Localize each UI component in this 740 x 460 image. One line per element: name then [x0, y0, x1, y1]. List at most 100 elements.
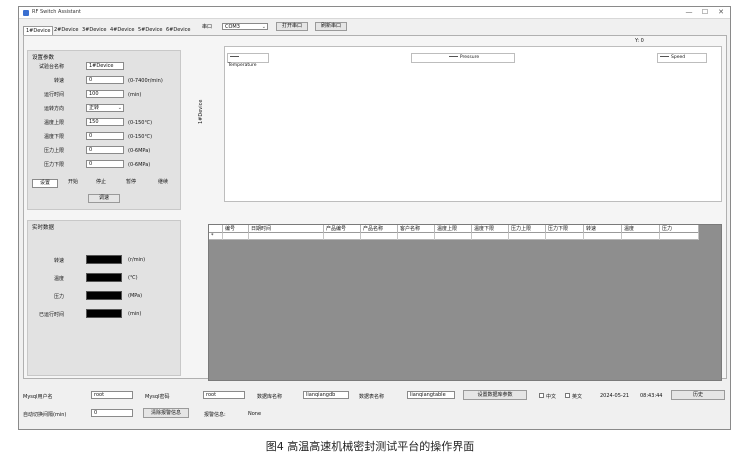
- pressure-lower-label: 压力下限: [43, 162, 64, 168]
- pressure-upper-label: 压力上限: [43, 148, 64, 154]
- data-grid: 编号 日期时间 产品编号 产品名称 客户名称 温度上限 温度下限 压力上限 压力…: [208, 224, 722, 381]
- temp-upper-label: 温度上限: [43, 120, 64, 126]
- rt-pressure-display: [86, 291, 122, 300]
- col-temperature[interactable]: 温度: [622, 225, 660, 233]
- speed-input[interactable]: 0: [86, 76, 124, 84]
- temp-lower-label: 温度下限: [43, 134, 64, 140]
- rt-speed-display: [86, 255, 122, 264]
- col-temp-lower[interactable]: 温度下限: [472, 225, 509, 233]
- serial-port-value: COM3: [225, 24, 240, 30]
- tab-device-1[interactable]: 1#Device: [23, 26, 54, 35]
- pressure-upper-input[interactable]: 0: [86, 146, 124, 154]
- alarm-value: None: [248, 411, 262, 417]
- open-port-button[interactable]: 打开串口: [276, 22, 308, 31]
- history-button[interactable]: 历史: [671, 390, 725, 400]
- set-db-params-button[interactable]: 设置数据库参数: [463, 390, 527, 400]
- tab-device-4[interactable]: 4#Device: [108, 26, 136, 35]
- col-id[interactable]: 编号: [223, 225, 249, 233]
- col-pressure-upper[interactable]: 压力上限: [509, 225, 546, 233]
- grid-cell[interactable]: [660, 233, 699, 240]
- table-name-input[interactable]: lianqiangtable: [407, 391, 455, 399]
- table-row[interactable]: *: [209, 233, 699, 240]
- grid-cell: [209, 233, 223, 240]
- pause-button[interactable]: 暂停: [116, 179, 146, 188]
- grid-cell[interactable]: [509, 233, 546, 240]
- grid-header: 编号 日期时间 产品编号 产品名称 客户名称 温度上限 温度下限 压力上限 压力…: [209, 225, 699, 233]
- close-button[interactable]: ✕: [715, 8, 727, 17]
- chinese-checkbox[interactable]: [539, 393, 544, 398]
- grid-cell[interactable]: [398, 233, 435, 240]
- col-pressure-lower[interactable]: 压力下限: [546, 225, 584, 233]
- grid-corner: [209, 225, 223, 233]
- grid-cell[interactable]: [435, 233, 472, 240]
- legend-pressure[interactable]: Pressure: [411, 53, 515, 63]
- tab-device-3[interactable]: 3#Device: [80, 26, 108, 35]
- grid-cell[interactable]: [622, 233, 660, 240]
- temp-upper-input[interactable]: 150: [86, 118, 124, 126]
- legend-speed[interactable]: Speed: [657, 53, 707, 63]
- maximize-button[interactable]: ☐: [699, 8, 711, 17]
- tab-device-2[interactable]: 2#Device: [52, 26, 80, 35]
- grid-cell[interactable]: [249, 233, 324, 240]
- legend-line-icon: [660, 56, 669, 57]
- col-product-id[interactable]: 产品编号: [324, 225, 361, 233]
- col-temp-upper[interactable]: 温度上限: [435, 225, 472, 233]
- col-customer[interactable]: 客户名称: [398, 225, 435, 233]
- db-name-input[interactable]: lianqiangdb: [303, 391, 349, 399]
- grid-cell[interactable]: [324, 233, 361, 240]
- run-time-unit: (min): [128, 92, 142, 98]
- mysql-password-input[interactable]: root: [203, 391, 245, 399]
- chinese-label: 中文: [546, 394, 557, 400]
- tab-device-6[interactable]: 6#Device: [164, 26, 192, 35]
- legend-pressure-label: Pressure: [459, 55, 480, 60]
- rt-pressure-unit: (MPa): [128, 293, 143, 299]
- rt-temp-display: [86, 273, 122, 282]
- run-time-input[interactable]: 100: [86, 90, 124, 98]
- stop-button[interactable]: 停止: [88, 179, 114, 188]
- minimize-button[interactable]: —: [683, 8, 695, 17]
- settings-panel: 设置参数 试验台名称 1#Device 转速 0 (0-7400r/min) 运…: [27, 50, 181, 210]
- trend-chart: Temperature Pressure Speed: [224, 46, 722, 202]
- resume-button[interactable]: 继续: [148, 179, 178, 188]
- refresh-port-button[interactable]: 刷新串口: [315, 22, 347, 31]
- grid-cell[interactable]: [223, 233, 249, 240]
- grid-cell[interactable]: [546, 233, 584, 240]
- serial-port-select[interactable]: COM3 ⌄: [222, 23, 268, 30]
- english-label: 英文: [572, 394, 583, 400]
- temp-lower-unit: (0-150℃): [128, 134, 153, 140]
- title-bar: RF Switch Assistant — ☐ ✕: [19, 7, 730, 19]
- col-speed[interactable]: 转速: [584, 225, 622, 233]
- col-datetime[interactable]: 日期时间: [249, 225, 324, 233]
- grid-cell[interactable]: [584, 233, 622, 240]
- grid-cell[interactable]: [361, 233, 398, 240]
- serial-port-label: 串口: [202, 24, 213, 30]
- db-name-label: 数据库名称: [257, 394, 283, 400]
- temp-lower-input[interactable]: 0: [86, 132, 124, 140]
- col-pressure[interactable]: 压力: [660, 225, 699, 233]
- rt-elapsed-unit: (min): [128, 311, 142, 317]
- speed-adjust-button[interactable]: 调速: [88, 194, 120, 203]
- settings-title: 设置参数: [32, 55, 55, 61]
- mysql-user-input[interactable]: root: [91, 391, 133, 399]
- direction-label: 运转方向: [43, 106, 64, 112]
- y-readout: Y: 0: [635, 38, 644, 44]
- speed-unit: (0-7400r/min): [128, 78, 163, 84]
- chevron-down-icon: ⌄: [117, 105, 122, 111]
- tab-device-5[interactable]: 5#Device: [136, 26, 164, 35]
- app-window: RF Switch Assistant — ☐ ✕ 1#Device 2#Dev…: [18, 6, 731, 430]
- auto-switch-input[interactable]: 0: [91, 409, 133, 417]
- col-product-name[interactable]: 产品名称: [361, 225, 398, 233]
- english-checkbox[interactable]: [565, 393, 570, 398]
- clear-alarm-button[interactable]: 清除报警信息: [143, 408, 189, 418]
- set-button[interactable]: 设置: [32, 179, 58, 188]
- legend-temperature[interactable]: Temperature: [227, 53, 269, 68]
- current-date: 2024-05-21: [600, 393, 630, 399]
- start-button[interactable]: 开始: [60, 179, 86, 188]
- device-name-input[interactable]: 1#Device: [86, 62, 124, 70]
- pressure-lower-input[interactable]: 0: [86, 160, 124, 168]
- rt-temp-unit: (℃): [128, 275, 138, 281]
- rt-elapsed-display: [86, 309, 122, 318]
- direction-select[interactable]: 正转 ⌄: [86, 104, 124, 112]
- grid-cell[interactable]: [472, 233, 509, 240]
- realtime-panel: 实时数据 转速 (r/min) 温度 (℃) 压力 (MPa) 已运行时间 (m…: [27, 220, 181, 376]
